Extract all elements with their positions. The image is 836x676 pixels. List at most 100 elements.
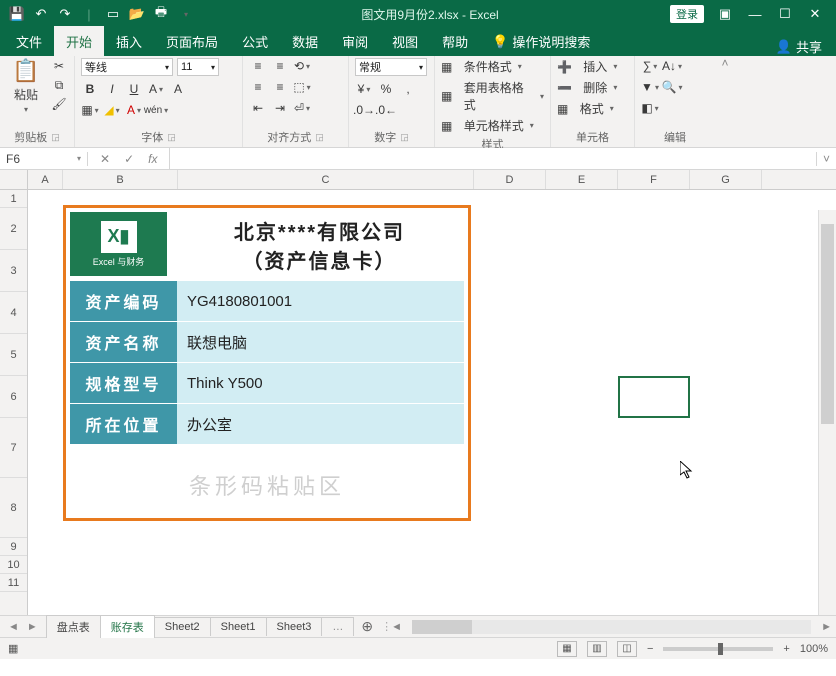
- sheet-tab[interactable]: 账存表: [100, 615, 155, 638]
- name-box[interactable]: F6▾: [0, 152, 88, 166]
- fill-icon[interactable]: ▼: [641, 79, 659, 95]
- cancel-formula-icon[interactable]: ✕: [100, 152, 110, 166]
- qat-customize-icon[interactable]: [176, 5, 194, 23]
- sheet-tab[interactable]: 盘点表: [46, 615, 101, 638]
- undo-icon[interactable]: ↶: [32, 5, 50, 23]
- number-format-select[interactable]: 常规▾: [355, 58, 427, 76]
- phonetic-button[interactable]: wén: [147, 102, 165, 118]
- sort-filter-icon[interactable]: A↓: [663, 58, 681, 74]
- collapse-ribbon-icon[interactable]: ˄: [715, 56, 735, 147]
- shrink-font-button[interactable]: A: [169, 81, 187, 97]
- copy-icon[interactable]: ⧉: [50, 77, 68, 93]
- scrollbar-thumb[interactable]: [412, 620, 472, 634]
- macro-record-icon[interactable]: ▦: [8, 642, 18, 655]
- expand-formula-bar-icon[interactable]: ˅: [816, 152, 836, 166]
- ribbon-display-icon[interactable]: ▣: [716, 5, 734, 23]
- view-normal-icon[interactable]: ▦: [557, 641, 577, 657]
- decrease-indent-icon[interactable]: ⇤: [249, 100, 267, 116]
- clear-icon[interactable]: ◧: [641, 100, 659, 116]
- autosum-icon[interactable]: ∑: [641, 58, 659, 74]
- increase-decimal-icon[interactable]: .0→: [355, 102, 373, 118]
- row-header[interactable]: 9: [0, 538, 27, 556]
- row-header[interactable]: 2: [0, 208, 27, 250]
- minimize-icon[interactable]: —: [746, 5, 764, 23]
- decrease-decimal-icon[interactable]: .0←: [377, 102, 395, 118]
- enter-formula-icon[interactable]: ✓: [124, 152, 134, 166]
- zoom-slider[interactable]: [663, 647, 773, 651]
- bold-button[interactable]: B: [81, 81, 99, 97]
- close-icon[interactable]: ✕: [806, 5, 824, 23]
- align-center-icon[interactable]: ≡: [271, 79, 289, 95]
- sheet-tab-more[interactable]: …: [321, 617, 354, 636]
- font-size-select[interactable]: 11▾: [177, 58, 219, 76]
- vertical-scrollbar[interactable]: [818, 210, 836, 615]
- increase-indent-icon[interactable]: ⇥: [271, 100, 289, 116]
- underline-button[interactable]: U: [125, 81, 143, 97]
- format-table-button[interactable]: ▦ 套用表格格式: [441, 79, 544, 113]
- tab-file[interactable]: 文件: [4, 26, 54, 56]
- conditional-format-button[interactable]: ▦ 条件格式: [441, 58, 522, 75]
- font-launcher-icon[interactable]: ◲: [167, 132, 176, 143]
- orientation-icon[interactable]: ⟲: [293, 58, 311, 74]
- row-header[interactable]: 3: [0, 250, 27, 292]
- hscroll-left-icon[interactable]: ◄: [387, 621, 406, 633]
- view-pagebreak-icon[interactable]: ◫: [617, 641, 637, 657]
- sheet-tab[interactable]: Sheet1: [210, 617, 267, 636]
- col-header[interactable]: C: [178, 170, 474, 189]
- cells-area[interactable]: X▮ Excel 与财务 北京****有限公司 （资产信息卡） 资产编码YG41…: [28, 190, 836, 615]
- share-button[interactable]: 👤共享: [762, 37, 836, 56]
- new-icon[interactable]: ▭: [104, 5, 122, 23]
- percent-icon[interactable]: %: [377, 81, 395, 97]
- sheet-tab[interactable]: Sheet3: [266, 617, 323, 636]
- tellme-search[interactable]: 💡操作说明搜索: [480, 26, 602, 56]
- col-header[interactable]: F: [618, 170, 690, 189]
- open-icon[interactable]: 📂: [128, 5, 146, 23]
- font-name-select[interactable]: 等线▾: [81, 58, 173, 76]
- maximize-icon[interactable]: ☐: [776, 5, 794, 23]
- row-header[interactable]: 8: [0, 478, 27, 538]
- add-sheet-button[interactable]: ⊕: [353, 618, 381, 635]
- border-button[interactable]: ▦: [81, 102, 99, 118]
- fill-color-button[interactable]: ◢: [103, 102, 121, 118]
- grow-font-button[interactable]: A: [147, 81, 165, 97]
- format-cells-button[interactable]: ▦ 格式: [557, 100, 614, 117]
- align-middle-icon[interactable]: ≡: [271, 58, 289, 74]
- tab-layout[interactable]: 页面布局: [154, 26, 230, 56]
- quickprint-icon[interactable]: 🖶: [152, 5, 170, 23]
- zoom-level[interactable]: 100%: [800, 643, 828, 655]
- insert-cells-button[interactable]: ➕ 插入: [557, 58, 617, 75]
- zoom-out-button[interactable]: −: [647, 643, 653, 655]
- tab-formulas[interactable]: 公式: [230, 26, 280, 56]
- comma-icon[interactable]: ,: [399, 81, 417, 97]
- col-header[interactable]: A: [28, 170, 63, 189]
- select-all-corner[interactable]: [0, 170, 28, 189]
- active-cell[interactable]: [618, 376, 690, 418]
- find-select-icon[interactable]: 🔍: [663, 79, 681, 95]
- save-icon[interactable]: 💾: [8, 5, 26, 23]
- tab-help[interactable]: 帮助: [430, 26, 480, 56]
- tab-home[interactable]: 开始: [54, 26, 104, 56]
- col-header[interactable]: B: [63, 170, 178, 189]
- row-header[interactable]: 5: [0, 334, 27, 376]
- horizontal-scrollbar[interactable]: [412, 620, 811, 634]
- align-launcher-icon[interactable]: ◲: [315, 132, 324, 143]
- tab-data[interactable]: 数据: [280, 26, 330, 56]
- row-header[interactable]: 1: [0, 190, 27, 208]
- cut-icon[interactable]: ✂: [50, 58, 68, 74]
- align-left-icon[interactable]: ≡: [249, 79, 267, 95]
- currency-icon[interactable]: ¥: [355, 81, 373, 97]
- row-header[interactable]: 7: [0, 418, 27, 478]
- view-pagelayout-icon[interactable]: ▥: [587, 641, 607, 657]
- row-header[interactable]: 10: [0, 556, 27, 574]
- tab-insert[interactable]: 插入: [104, 26, 154, 56]
- scrollbar-thumb[interactable]: [821, 224, 834, 424]
- zoom-in-button[interactable]: +: [783, 643, 789, 655]
- number-launcher-icon[interactable]: ◲: [400, 132, 409, 143]
- redo-icon[interactable]: ↷: [56, 5, 74, 23]
- font-color-button[interactable]: A: [125, 102, 143, 118]
- row-header[interactable]: 6: [0, 376, 27, 418]
- sheet-nav-next-icon[interactable]: ►: [27, 621, 38, 633]
- col-header[interactable]: E: [546, 170, 618, 189]
- tab-view[interactable]: 视图: [380, 26, 430, 56]
- tab-review[interactable]: 审阅: [330, 26, 380, 56]
